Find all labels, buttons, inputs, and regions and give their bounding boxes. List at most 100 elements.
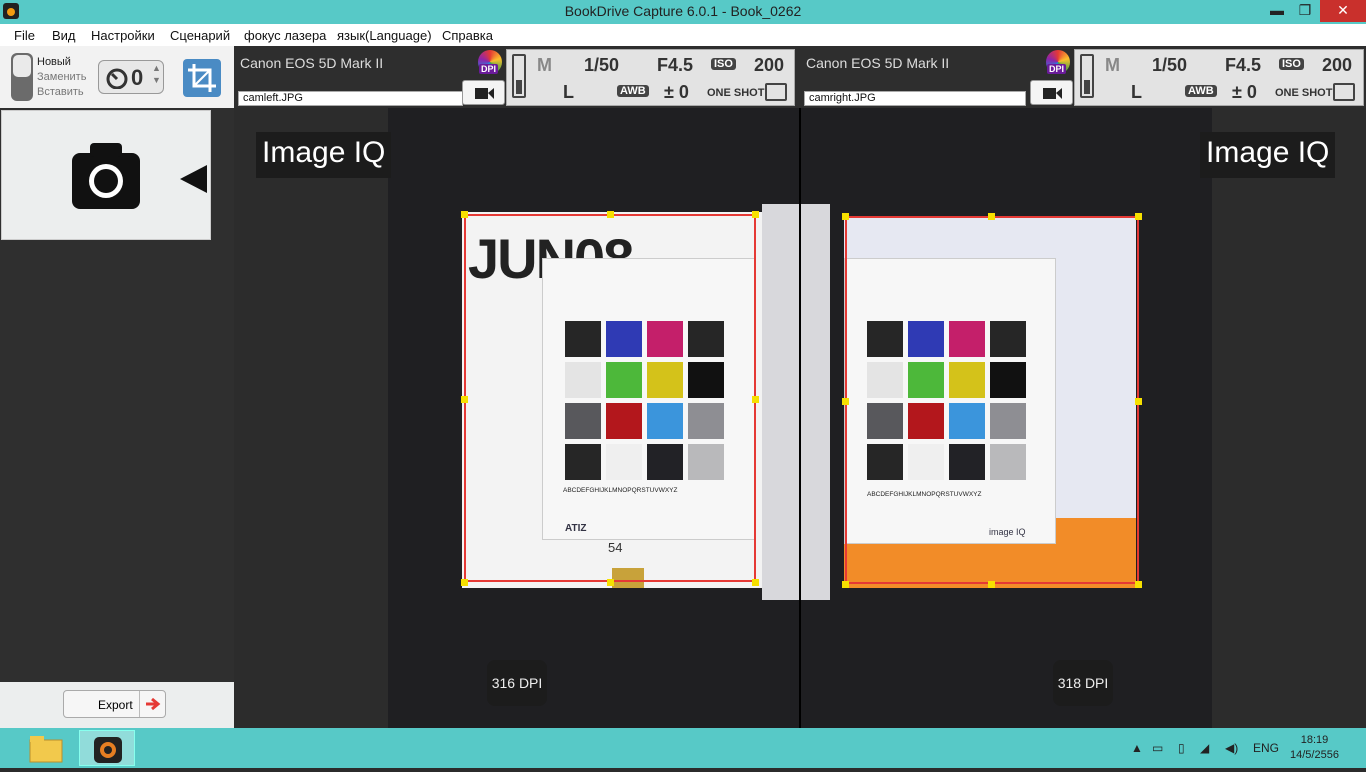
camera-shutter-icon [72, 143, 207, 209]
crop-handle[interactable] [842, 213, 849, 220]
left-shutter: 1/50 [584, 55, 620, 75]
crop-handle[interactable] [607, 579, 614, 586]
menu-laser-focus[interactable]: фокус лазера [244, 28, 326, 43]
right-iso: 200 [1322, 55, 1353, 75]
metering-icon [765, 83, 787, 101]
file-explorer-icon[interactable] [18, 730, 74, 766]
right-mode: M [1105, 55, 1120, 75]
crop-handle[interactable] [461, 396, 468, 403]
left-drive: ONE SHOT [707, 87, 765, 99]
right-shutter: 1/50 [1152, 55, 1188, 75]
right-dpi-badge: 318 DPI [1053, 660, 1113, 706]
menu-language[interactable]: язык(Language) [337, 28, 432, 43]
timer-value: 0 [131, 65, 144, 90]
menu-settings[interactable]: Настройки [91, 28, 155, 43]
left-exposure: ± 0 [664, 82, 689, 102]
left-crop-frame[interactable] [464, 214, 756, 582]
bookdrive-taskbar-icon[interactable] [79, 730, 135, 766]
crop-handle[interactable] [988, 213, 995, 220]
right-crop-frame[interactable] [845, 216, 1139, 584]
arrow-right-icon [139, 691, 165, 717]
right-camera-settings[interactable]: M 1/50 F4.5 ISO 200 L AWB ± 0 ONE SHOT [1074, 49, 1364, 106]
clock-time: 18:19 [1300, 734, 1329, 746]
show-hidden-icons[interactable]: ▲ [1131, 741, 1143, 755]
crop-handle[interactable] [842, 581, 849, 588]
crop-button[interactable] [183, 59, 221, 97]
crop-handle[interactable] [1135, 398, 1142, 405]
clock[interactable]: 18:19 14/5/2556 [1290, 733, 1339, 763]
left-video-button[interactable] [462, 80, 505, 105]
left-quality: L [563, 82, 574, 102]
crop-handle[interactable] [607, 211, 614, 218]
scan-preview[interactable]: JUN08 54 ABCDEFGHIJKLMNOPQRSTUVWXYZ ATIZ… [388, 108, 1212, 728]
left-wb: AWB [617, 85, 649, 97]
left-filename: camleft.JPG [238, 91, 463, 106]
left-camera-model: Canon EOS 5D Mark II [240, 55, 384, 71]
crop-handle[interactable] [842, 398, 849, 405]
video-icon [1043, 88, 1062, 99]
close-button[interactable]: ✕ [1320, 0, 1366, 22]
crop-handle[interactable] [1135, 213, 1142, 220]
left-camera-settings[interactable]: M 1/50 F4.5 ISO 200 L AWB ± 0 ONE SHOT [506, 49, 795, 106]
crop-handle[interactable] [1135, 581, 1142, 588]
mode-toggle[interactable] [11, 53, 33, 101]
left-aperture: F4.5 [657, 55, 694, 75]
right-quality: L [1131, 82, 1142, 102]
metering-icon [1333, 83, 1355, 101]
menu-view[interactable]: Вид [52, 28, 76, 43]
menu-bar: File Вид Настройки Сценарий фокус лазера… [0, 24, 1366, 46]
menu-help[interactable]: Справка [442, 28, 493, 43]
menu-scenario[interactable]: Сценарий [170, 28, 230, 43]
crop-handle[interactable] [461, 579, 468, 586]
network-icon[interactable]: ◢ [1200, 741, 1209, 755]
left-dpi-label: DPI [479, 64, 499, 74]
right-video-button[interactable] [1030, 80, 1073, 105]
taskbar: ▲ ▭ ▯ ◢ ◀) ENG 18:19 14/5/2556 [0, 728, 1366, 768]
image-viewer: JUN08 54 ABCDEFGHIJKLMNOPQRSTUVWXYZ ATIZ… [234, 108, 1366, 728]
battery-icon [512, 54, 526, 98]
minimize-button[interactable]: ▬ [1262, 0, 1292, 22]
timer-icon [106, 68, 128, 89]
keyboard-icon[interactable]: ▭ [1152, 741, 1163, 755]
mode-replace[interactable]: Заменить [37, 71, 86, 83]
volume-icon[interactable]: ◀) [1225, 741, 1238, 755]
battery-icon [1080, 54, 1094, 98]
window-title: BookDrive Capture 6.0.1 - Book_0262 [564, 3, 802, 19]
split-line [799, 108, 801, 728]
mode-new[interactable]: Новый [37, 56, 71, 68]
timer-stepper[interactable]: ▲ ▼ [152, 62, 161, 86]
left-mode: M [537, 55, 552, 75]
export-button[interactable]: Export [63, 690, 166, 718]
right-wb: AWB [1185, 85, 1217, 97]
capture-tools: Новый Заменить Вставить 0 ▲ ▼ [0, 46, 234, 108]
title-bar: BookDrive Capture 6.0.1 - Book_0262 ▬ ❐ … [0, 0, 1366, 24]
export-label: Export [98, 698, 133, 712]
video-icon [475, 88, 494, 99]
left-dpi-badge: 316 DPI [487, 660, 547, 706]
menu-file[interactable]: File [14, 28, 35, 43]
right-filename: camright.JPG [804, 91, 1026, 106]
maximize-button[interactable]: ❐ [1290, 0, 1320, 22]
crop-handle[interactable] [752, 396, 759, 403]
crop-handle[interactable] [752, 579, 759, 586]
right-image-iq-label: Image IQ [1200, 132, 1336, 178]
language-indicator[interactable]: ENG [1253, 741, 1279, 755]
right-exposure: ± 0 [1232, 82, 1257, 102]
left-panel: Новый Заменить Вставить 0 ▲ ▼ Export [0, 46, 234, 728]
right-drive: ONE SHOT [1275, 87, 1333, 99]
left-iso: 200 [754, 55, 785, 75]
export-area: Export [0, 682, 234, 728]
crop-icon [188, 64, 216, 92]
right-camera-model: Canon EOS 5D Mark II [806, 55, 950, 71]
mode-insert[interactable]: Вставить [37, 86, 84, 98]
right-aperture: F4.5 [1225, 55, 1262, 75]
left-image-iq-label: Image IQ [256, 132, 392, 178]
crop-handle[interactable] [752, 211, 759, 218]
crop-handle[interactable] [988, 581, 995, 588]
right-iso-label: ISO [1279, 58, 1304, 70]
power-icon[interactable]: ▯ [1178, 741, 1185, 755]
crop-handle[interactable] [461, 211, 468, 218]
capture-area[interactable] [1, 110, 211, 240]
clock-date: 14/5/2556 [1290, 749, 1339, 761]
right-dpi-label: DPI [1047, 64, 1067, 74]
